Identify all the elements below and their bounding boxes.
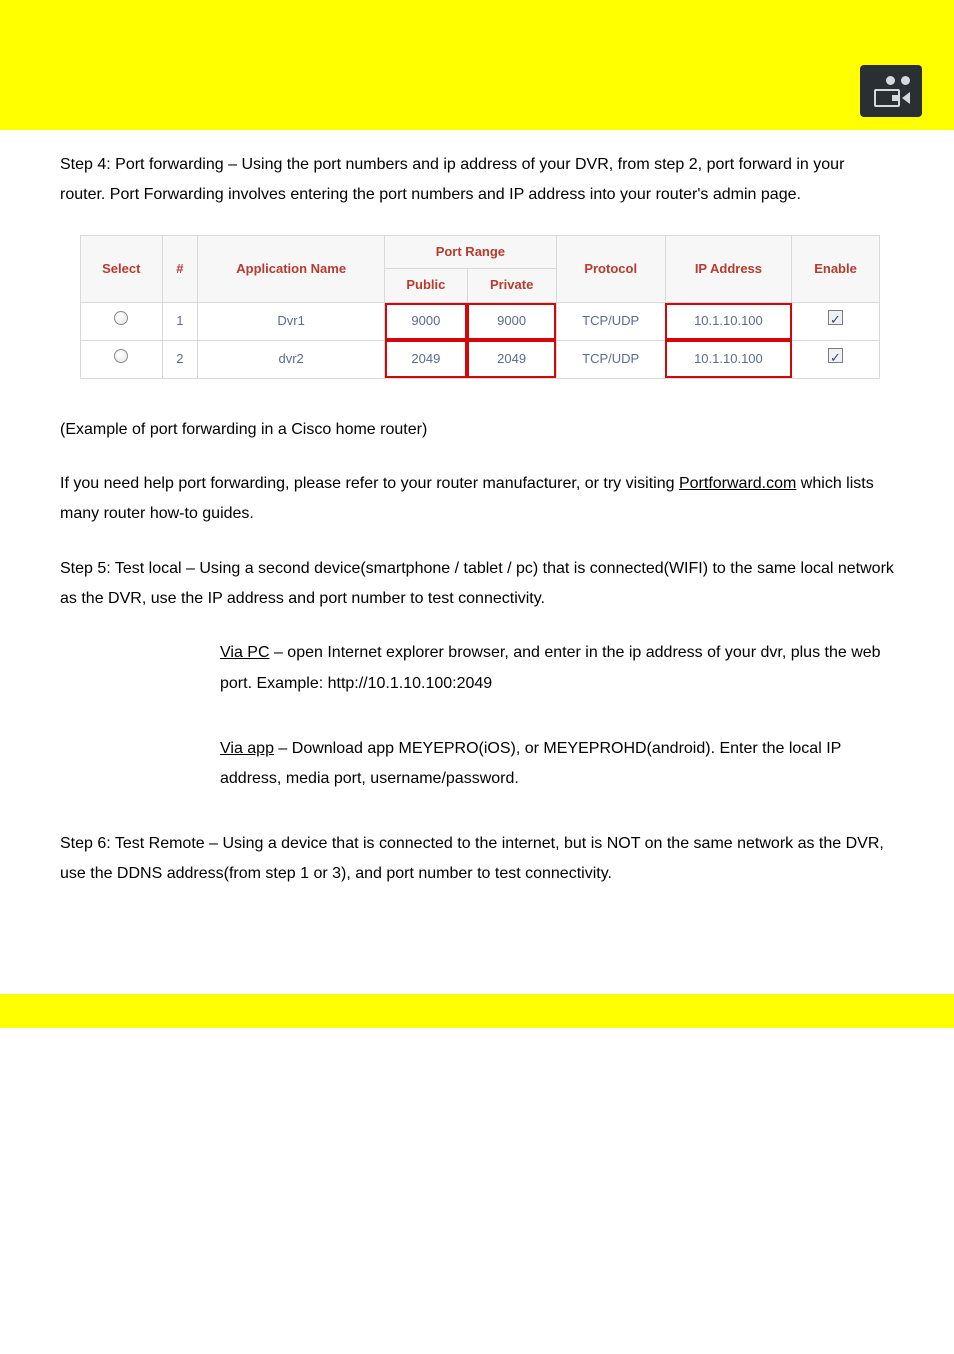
- example-caption: (Example of port forwarding in a Cisco h…: [60, 415, 894, 445]
- select-radio[interactable]: [81, 303, 163, 341]
- row-index: 2: [162, 340, 198, 378]
- via-app-term: Via app: [220, 740, 274, 757]
- step5-term: Test local: [115, 560, 186, 577]
- row-protocol: TCP/UDP: [556, 340, 665, 378]
- step4-paragraph: Step 4: Port forwarding – Using the port…: [60, 150, 894, 211]
- enable-checkbox[interactable]: [792, 303, 880, 341]
- step5-definitions: Via PC – open Internet explorer browser,…: [60, 638, 894, 794]
- row-protocol: TCP/UDP: [556, 303, 665, 341]
- portforward-help: If you need help port forwarding, please…: [60, 469, 894, 530]
- step6-paragraph: Step 6: Test Remote – Using a device tha…: [60, 829, 894, 890]
- radio-icon: [114, 311, 128, 325]
- table-row: 2 dvr2 2049 2049 TCP/UDP 10.1.10.100: [81, 340, 880, 378]
- step5-heading: Step 5:: [60, 560, 115, 577]
- step6-heading: Step 6:: [60, 835, 115, 852]
- via-pc-body: – open Internet explorer browser, and en…: [220, 644, 881, 691]
- via-app-body: – Download app MEYEPRO(iOS), or MEYEPROH…: [220, 740, 841, 787]
- top-yellow-bar: [0, 0, 954, 52]
- col-range: Port Range: [385, 235, 557, 269]
- step4-heading: Step 4: Port forwarding: [60, 156, 228, 173]
- checkmark-icon: [828, 348, 843, 363]
- col-public: Public: [385, 269, 468, 303]
- row-ip: 10.1.10.100: [665, 340, 791, 378]
- col-protocol: Protocol: [556, 235, 665, 302]
- col-select: Select: [81, 235, 163, 302]
- select-radio[interactable]: [81, 340, 163, 378]
- help-text-1: If you need help port forwarding, please…: [60, 475, 679, 492]
- portforward-link[interactable]: Portforward.com: [679, 475, 796, 492]
- row-public-port: 9000: [385, 303, 468, 341]
- port-forward-table: Select # Application Name Port Range Pro…: [80, 235, 880, 379]
- row-app: Dvr1: [198, 303, 385, 341]
- footer-yellow-bar: [0, 994, 954, 1028]
- document-body: Step 4: Port forwarding – Using the port…: [0, 130, 954, 954]
- via-pc-line: Via PC – open Internet explorer browser,…: [220, 638, 894, 699]
- col-ip: IP Address: [665, 235, 791, 302]
- dash-icon: –: [186, 560, 195, 577]
- step6-term: Test Remote: [115, 835, 205, 852]
- radio-icon: [114, 349, 128, 363]
- col-private: Private: [467, 269, 556, 303]
- via-app-line: Via app – Download app MEYEPRO(iOS), or …: [220, 734, 894, 795]
- col-enable: Enable: [792, 235, 880, 302]
- row-ip: 10.1.10.100: [665, 303, 791, 341]
- row-private-port: 9000: [467, 303, 556, 341]
- camera-icon: [860, 65, 922, 117]
- step5-paragraph: Step 5: Test local – Using a second devi…: [60, 554, 894, 615]
- row-index: 1: [162, 303, 198, 341]
- row-private-port: 2049: [467, 340, 556, 378]
- via-pc-term: Via PC: [220, 644, 270, 661]
- table-row: 1 Dvr1 9000 9000 TCP/UDP 10.1.10.100: [81, 303, 880, 341]
- enable-checkbox[interactable]: [792, 340, 880, 378]
- col-app: Application Name: [198, 235, 385, 302]
- row-public-port: 2049: [385, 340, 468, 378]
- header-band: [0, 52, 954, 130]
- checkmark-icon: [828, 310, 843, 325]
- row-app: dvr2: [198, 340, 385, 378]
- col-hash: #: [162, 235, 198, 302]
- port-forward-table-wrap: Select # Application Name Port Range Pro…: [80, 235, 894, 379]
- dash-icon: –: [228, 156, 237, 173]
